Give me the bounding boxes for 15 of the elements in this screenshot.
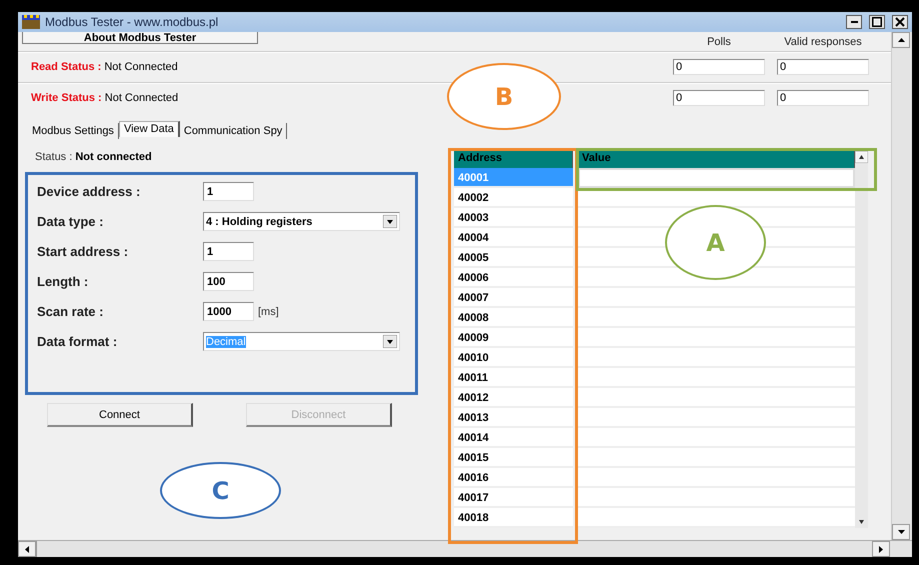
- column-header: Polls: [706, 36, 732, 48]
- status-text: Write Status : Not Connected: [31, 92, 178, 104]
- field-label: Scan rate :: [37, 304, 104, 319]
- field-label: Device address :: [37, 184, 142, 199]
- field-label: Start address :: [37, 244, 130, 259]
- field-label: Data type :: [37, 214, 104, 229]
- unit-label: [ms]: [258, 306, 279, 318]
- field-label: Data format :: [37, 334, 118, 349]
- status-text: Read Status : Not Connected: [31, 61, 178, 73]
- field-label: Length :: [37, 274, 90, 289]
- window-title: Modbus Tester - www.modbus.pl: [45, 15, 220, 29]
- callout-tooltip: B: [447, 63, 561, 130]
- connection-status: Status : Not connected: [34, 150, 153, 165]
- column-header: Valid responses: [783, 36, 863, 48]
- callout-tooltip: C: [160, 462, 281, 519]
